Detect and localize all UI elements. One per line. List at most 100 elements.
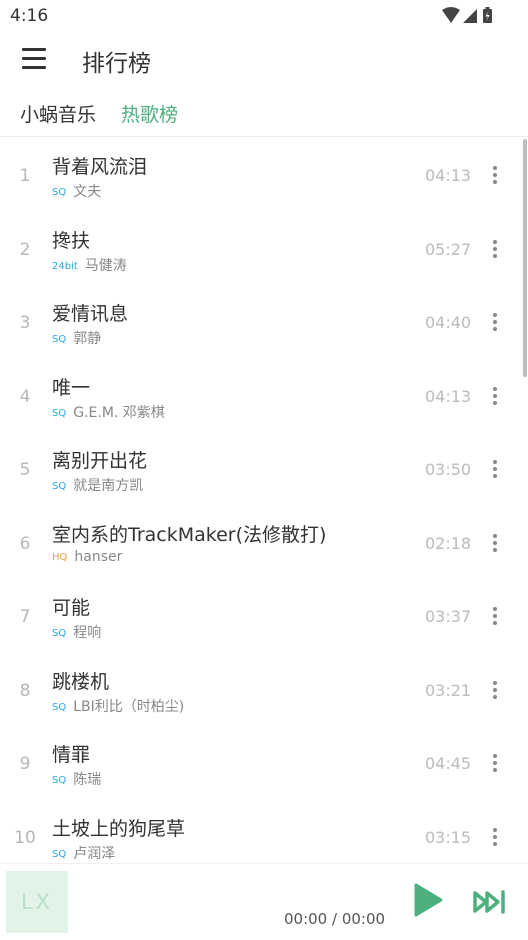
song-row[interactable]: 6 室内系的TrackMaker(法修散打) HQ hanser 02:18 — [0, 505, 520, 579]
song-more-button[interactable] — [486, 385, 504, 407]
song-row[interactable]: 9 情罪 SQ 陈瑞 04:45 — [0, 725, 520, 799]
quality-badge: SQ — [52, 701, 67, 713]
wifi-icon — [442, 7, 460, 23]
song-row[interactable]: 10 土坡上的狗尾草 SQ 卢润泽 03:15 — [0, 799, 520, 864]
song-duration: 04:13 — [425, 386, 472, 406]
song-meta: SQ G.E.M. 邓紫棋 — [52, 402, 165, 422]
song-meta: HQ hanser — [52, 549, 122, 565]
song-index: 4 — [19, 386, 31, 407]
song-row[interactable]: 5 离别开出花 SQ 就是南方凯 03:50 — [0, 431, 520, 505]
player-bar: LX 00:00 / 00:00 — [0, 863, 528, 940]
quality-badge: SQ — [52, 407, 67, 419]
song-duration: 02:18 — [425, 533, 472, 553]
app-bar: 排行榜 — [0, 32, 528, 86]
song-meta: SQ 郭静 — [52, 328, 101, 348]
song-index: 1 — [19, 166, 31, 186]
play-icon — [414, 883, 443, 917]
song-title: 可能 — [52, 597, 91, 619]
song-duration: 03:50 — [425, 460, 472, 479]
status-bar: 4:16 — [0, 0, 528, 32]
battery-icon — [483, 7, 492, 23]
song-row[interactable]: 2 搀扶 24bit 马健涛 05:27 — [0, 211, 520, 285]
song-more-button[interactable] — [486, 311, 504, 333]
song-meta: SQ 文夫 — [52, 181, 101, 201]
song-artist: 就是南方凯 — [73, 478, 144, 494]
song-duration: 04:45 — [425, 754, 472, 773]
song-title: 离别开出花 — [52, 450, 148, 472]
song-more-button[interactable] — [486, 605, 504, 627]
song-artist: 卢润泽 — [73, 845, 116, 862]
album-cover[interactable]: LX — [6, 871, 68, 933]
song-artist: LBI利比（时柏尘) — [73, 698, 185, 715]
song-artist: G.E.M. 邓紫棋 — [73, 404, 165, 421]
source-tabs: 小蜗音乐 热歌榜 — [0, 88, 528, 137]
song-title: 情罪 — [52, 744, 91, 766]
song-more-button[interactable] — [486, 679, 504, 701]
cover-logo: LX — [20, 890, 54, 914]
quality-badge: SQ — [52, 775, 67, 786]
next-button[interactable] — [472, 888, 508, 916]
song-artist: 郭静 — [73, 331, 102, 347]
quality-badge: SQ — [52, 481, 67, 492]
song-title: 搀扶 — [52, 229, 91, 252]
song-row[interactable]: 3 爱情讯息 SQ 郭静 04:40 — [0, 284, 520, 358]
menu-button[interactable] — [20, 46, 48, 70]
song-artist: 文夫 — [73, 184, 102, 200]
song-title: 跳楼机 — [52, 670, 110, 693]
song-artist: 陈瑞 — [73, 772, 102, 788]
song-index: 7 — [19, 607, 31, 627]
quality-badge: SQ — [52, 628, 67, 639]
song-index: 3 — [19, 313, 31, 333]
song-more-button[interactable] — [486, 238, 504, 260]
song-meta: SQ 陈瑞 — [52, 769, 101, 789]
skip-next-icon — [473, 890, 505, 914]
page-title: 排行榜 — [82, 51, 151, 77]
tab-source[interactable]: 小蜗音乐 — [20, 100, 96, 127]
song-title: 背着风流泪 — [52, 156, 148, 178]
song-duration: 04:40 — [425, 313, 472, 332]
song-more-button[interactable] — [486, 458, 504, 480]
scrollbar[interactable] — [523, 139, 527, 377]
song-index: 9 — [19, 754, 31, 774]
quality-badge: 24bit — [52, 260, 78, 272]
song-duration: 03:15 — [425, 827, 472, 847]
song-row[interactable]: 1 背着风流泪 SQ 文夫 04:13 — [0, 137, 520, 211]
status-icons — [442, 7, 492, 23]
play-button[interactable] — [410, 883, 444, 917]
song-index: 10 — [14, 827, 36, 848]
song-row[interactable]: 4 唯一 SQ G.E.M. 邓紫棋 04:13 — [0, 358, 520, 432]
song-artist: 程响 — [73, 625, 102, 641]
song-row[interactable]: 8 跳楼机 SQ LBI利比（时柏尘) 03:21 — [0, 652, 520, 726]
song-artist: 马健涛 — [84, 257, 127, 274]
playback-time: 00:00 / 00:00 — [284, 910, 386, 928]
quality-badge: SQ — [52, 187, 67, 198]
song-meta: SQ 程响 — [52, 622, 101, 642]
quality-badge: SQ — [52, 334, 67, 345]
song-duration: 04:13 — [425, 166, 472, 185]
song-title: 室内系的TrackMaker(法修散打) — [52, 523, 327, 546]
song-row[interactable]: 7 可能 SQ 程响 03:37 — [0, 578, 520, 652]
song-title: 爱情讯息 — [52, 303, 129, 325]
song-artist: hanser — [74, 548, 123, 565]
song-index: 6 — [19, 533, 31, 554]
song-duration: 03:37 — [425, 607, 472, 626]
song-more-button[interactable] — [486, 826, 504, 848]
tab-leaderboard[interactable]: 热歌榜 — [121, 100, 178, 127]
status-time: 4:16 — [10, 6, 49, 26]
song-more-button[interactable] — [486, 532, 504, 554]
song-title: 唯一 — [52, 376, 91, 399]
hamburger-icon — [22, 48, 46, 51]
song-index: 5 — [19, 460, 31, 480]
song-meta: SQ 卢润泽 — [52, 843, 115, 863]
song-duration: 03:21 — [425, 680, 472, 700]
signal-icon — [463, 9, 477, 23]
song-title: 土坡上的狗尾草 — [52, 817, 186, 840]
song-list: 1 背着风流泪 SQ 文夫 04:13 2 搀扶 24bit 马健涛 05:27 3 爱情讯息 SQ 郭静… — [0, 137, 528, 863]
quality-badge: SQ — [52, 848, 67, 860]
song-meta: 24bit 马健涛 — [52, 255, 127, 275]
quality-badge: HQ — [52, 551, 68, 563]
song-more-button[interactable] — [486, 164, 504, 186]
song-more-button[interactable] — [486, 752, 504, 774]
song-duration: 05:27 — [425, 239, 472, 259]
song-index: 2 — [19, 239, 31, 260]
